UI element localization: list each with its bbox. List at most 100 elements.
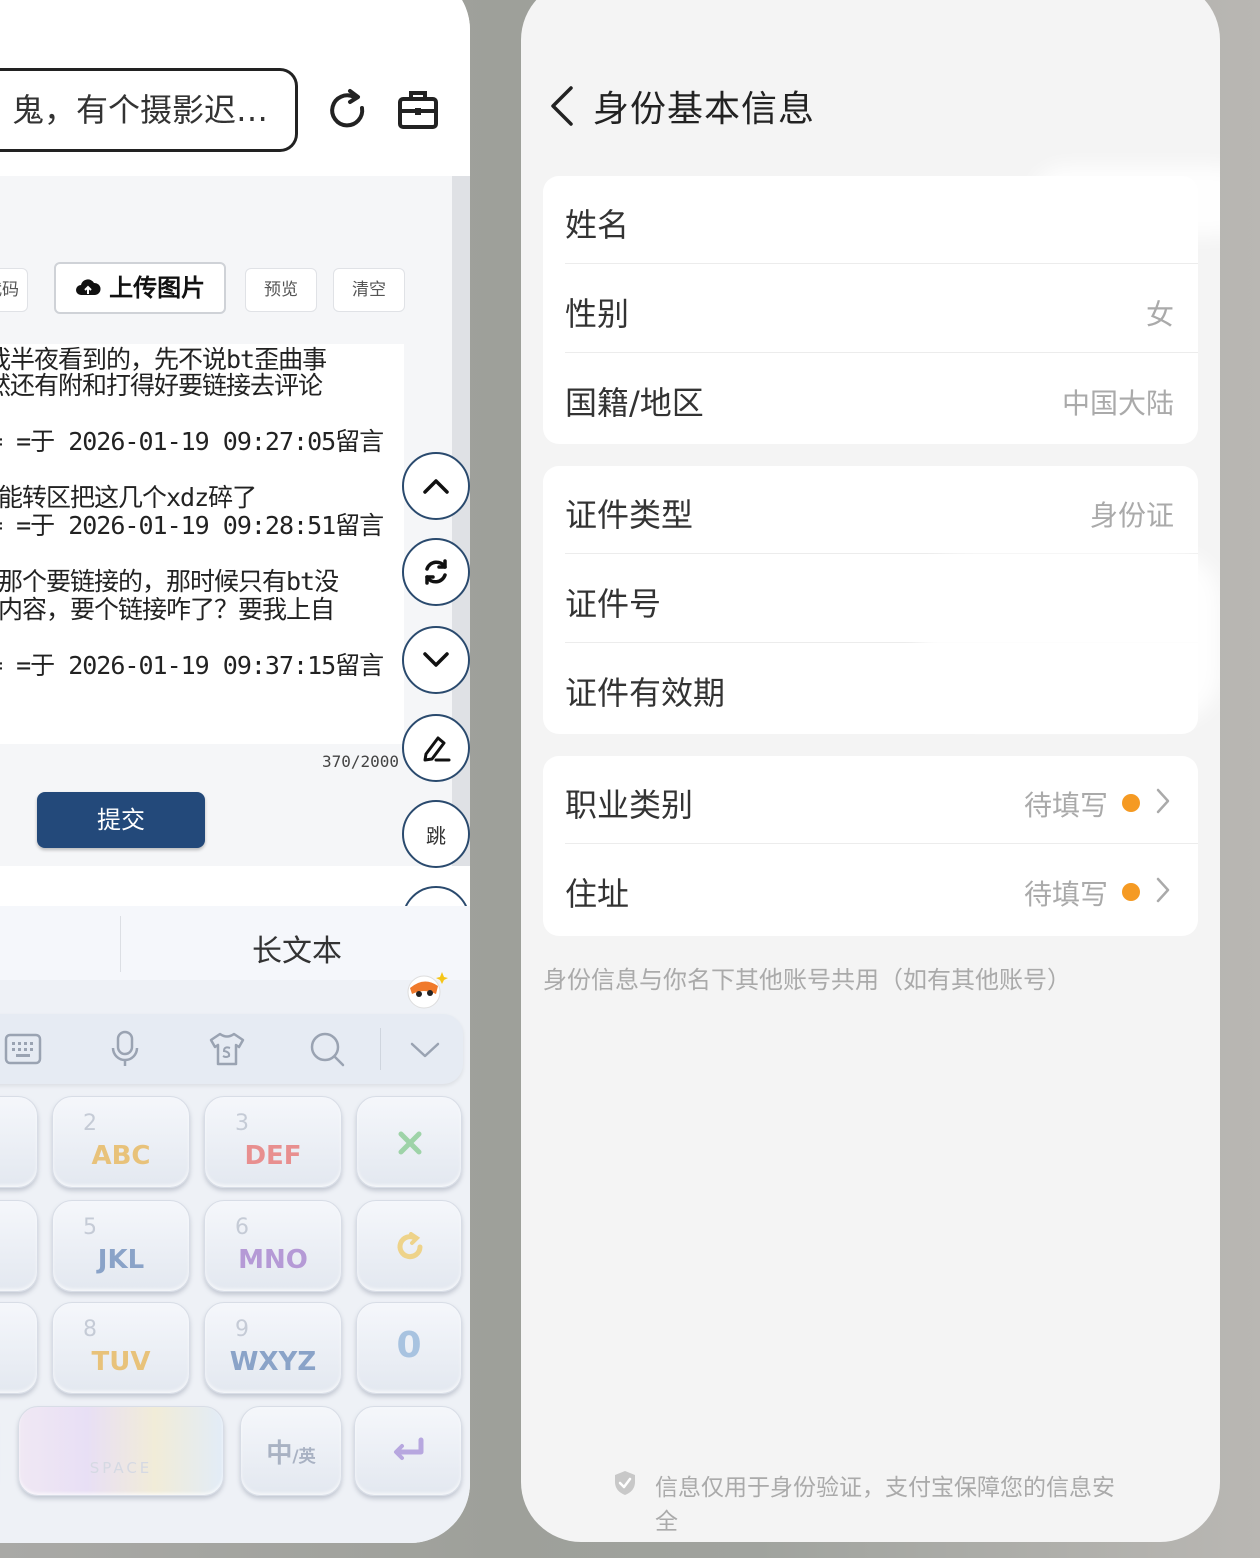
edit-button[interactable]: [402, 714, 470, 782]
security-footer: 信息仅用于身份验证，支付宝保障您的信息安全: [655, 1475, 1115, 1535]
row-divider: [565, 352, 1198, 353]
key-letters: ABC: [91, 1141, 151, 1171]
id-type-row[interactable]: 证件类型 身份证: [543, 466, 1198, 554]
page-title: 身份基本信息: [593, 89, 816, 130]
key-letters: TUV: [91, 1347, 151, 1377]
cloud-upload-icon: [75, 279, 101, 295]
pending-status: 待填写: [1023, 878, 1108, 911]
jump-button[interactable]: 跳: [402, 800, 470, 868]
row-label: 证件号: [565, 585, 662, 623]
rotate-icon: [397, 1232, 423, 1260]
scroll-down-button[interactable]: [402, 626, 470, 694]
key-letters: JKL: [97, 1245, 145, 1275]
code-button[interactable]: 代码: [0, 268, 28, 312]
candidate-divider: [120, 916, 121, 972]
chevron-right-icon: [1156, 788, 1170, 814]
clear-button[interactable]: 清空: [333, 268, 405, 312]
candidate-item[interactable]: 长文本: [252, 926, 342, 970]
editor-line: = =于 2026-01-19 09:37:15留言: [0, 651, 384, 680]
row-value: 女: [1145, 298, 1174, 331]
back-arrow-icon[interactable]: [545, 84, 581, 128]
key-8[interactable]: 8 TUV: [52, 1302, 190, 1394]
chevron-down-icon[interactable]: [406, 1030, 444, 1068]
identity-info-page: 身份基本信息 姓名 性别 女 国籍/地区 中国大陆 证件类型 身份证 证件号 证…: [521, 0, 1220, 1542]
space-label: SPACE: [89, 1459, 153, 1477]
jump-label: 跳: [426, 823, 446, 848]
language-label: 中/英: [241, 1433, 341, 1470]
editor-line: = =于 2026-01-19 09:28:51留言: [0, 511, 384, 540]
search-input[interactable]: 鬼，有个摄影迟…: [0, 68, 298, 152]
row-label: 职业类别: [565, 786, 694, 824]
key-letters: WXYZ: [229, 1347, 317, 1377]
upload-image-button[interactable]: 上传图片: [54, 262, 226, 314]
scroll-up-button[interactable]: [402, 452, 470, 520]
editor-line: = =于 2026-01-19 09:27:05留言: [0, 427, 384, 456]
pencil-icon: [423, 736, 451, 762]
language-main-label: 中: [266, 1439, 293, 1469]
space-key[interactable]: SPACE: [18, 1406, 224, 1496]
chevron-down-icon: [423, 652, 449, 667]
row-label: 住址: [565, 875, 630, 913]
language-switch-key[interactable]: 中/英: [240, 1406, 342, 1496]
row-label: 性别: [565, 295, 630, 333]
key-4-partial[interactable]: I: [0, 1200, 38, 1292]
reset-key[interactable]: [356, 1200, 462, 1292]
key-number: 6: [235, 1215, 249, 1240]
briefcase-icon[interactable]: [396, 88, 440, 132]
enter-key[interactable]: [354, 1406, 462, 1496]
language-sub-label: /英: [292, 1447, 316, 1467]
chevron-right-icon: [1156, 877, 1170, 903]
microphone-icon[interactable]: [106, 1030, 144, 1068]
row-value: 中国大陆: [1061, 387, 1174, 420]
upload-image-label: 上传图片: [109, 274, 206, 302]
sync-icon: [425, 559, 447, 585]
row-divider: [565, 263, 1198, 264]
row-divider: [565, 843, 1198, 844]
key-number: 8: [83, 1317, 97, 1342]
refresh-icon[interactable]: [326, 88, 370, 132]
editor-line: 内容，要个链接咋了？要我上自: [0, 595, 335, 624]
redaction-mask: [921, 552, 1220, 722]
row-label: 国籍/地区: [565, 384, 704, 422]
key-2[interactable]: 2 ABC: [52, 1096, 190, 1188]
key-letters: S: [0, 1347, 11, 1377]
key-5[interactable]: 5 JKL: [52, 1200, 190, 1292]
row-value: 身份证: [1089, 499, 1174, 532]
keyboard: 长文本 2 ABC 3 DEF 5 JKL 6 MNO 8 TUV 9 WXYZ…: [0, 906, 470, 1543]
pending-dot: [1122, 883, 1140, 901]
pending-status: 待填写: [1023, 789, 1108, 822]
gender-row[interactable]: 性别 女: [543, 265, 1198, 353]
key-number: 9: [235, 1317, 249, 1342]
skin-shirt-icon[interactable]: [208, 1030, 246, 1068]
key-letters: MNO: [238, 1245, 308, 1275]
comment-editor[interactable]: 我半夜看到的，先不说bt歪曲事 然还有附和打得好要链接去评论 = =于 2026…: [0, 344, 404, 744]
key-number: 5: [83, 1215, 97, 1240]
key-number: 2: [83, 1111, 97, 1136]
key-number: 3: [235, 1111, 249, 1136]
address-row[interactable]: 住址 待填写: [543, 845, 1198, 933]
mascot-icon[interactable]: [404, 968, 448, 1012]
row-label: 姓名: [565, 206, 630, 244]
key-9[interactable]: 9 WXYZ: [204, 1302, 342, 1394]
submit-button[interactable]: 提交: [37, 792, 205, 848]
chat-app-window: 鬼，有个摄影迟… 代码 上传图片 预览 清空 我半夜看到的，先不说bt歪曲事 然…: [0, 0, 470, 1543]
key-3[interactable]: 3 DEF: [204, 1096, 342, 1188]
key-6[interactable]: 6 MNO: [204, 1200, 342, 1292]
close-icon: [398, 1131, 422, 1155]
pending-dot: [1122, 794, 1140, 812]
nationality-row[interactable]: 国籍/地区 中国大陆: [543, 354, 1198, 442]
editor-line: 然还有附和打得好要链接去评论: [0, 371, 323, 400]
key-0[interactable]: 0: [356, 1302, 462, 1394]
keyboard-toolbar: [0, 1014, 463, 1084]
key-letters: DEF: [244, 1141, 302, 1171]
search-icon[interactable]: [308, 1030, 346, 1068]
occupation-row[interactable]: 职业类别 待填写: [543, 756, 1198, 844]
key-1-partial[interactable]: [0, 1096, 38, 1188]
key-7-partial[interactable]: S: [0, 1302, 38, 1394]
reload-button[interactable]: [402, 538, 470, 606]
delete-key[interactable]: [356, 1096, 462, 1188]
preview-button[interactable]: 预览: [245, 268, 317, 312]
keyboard-icon[interactable]: [4, 1030, 42, 1068]
key-letters: I: [0, 1245, 11, 1275]
chevron-up-icon: [423, 479, 449, 494]
